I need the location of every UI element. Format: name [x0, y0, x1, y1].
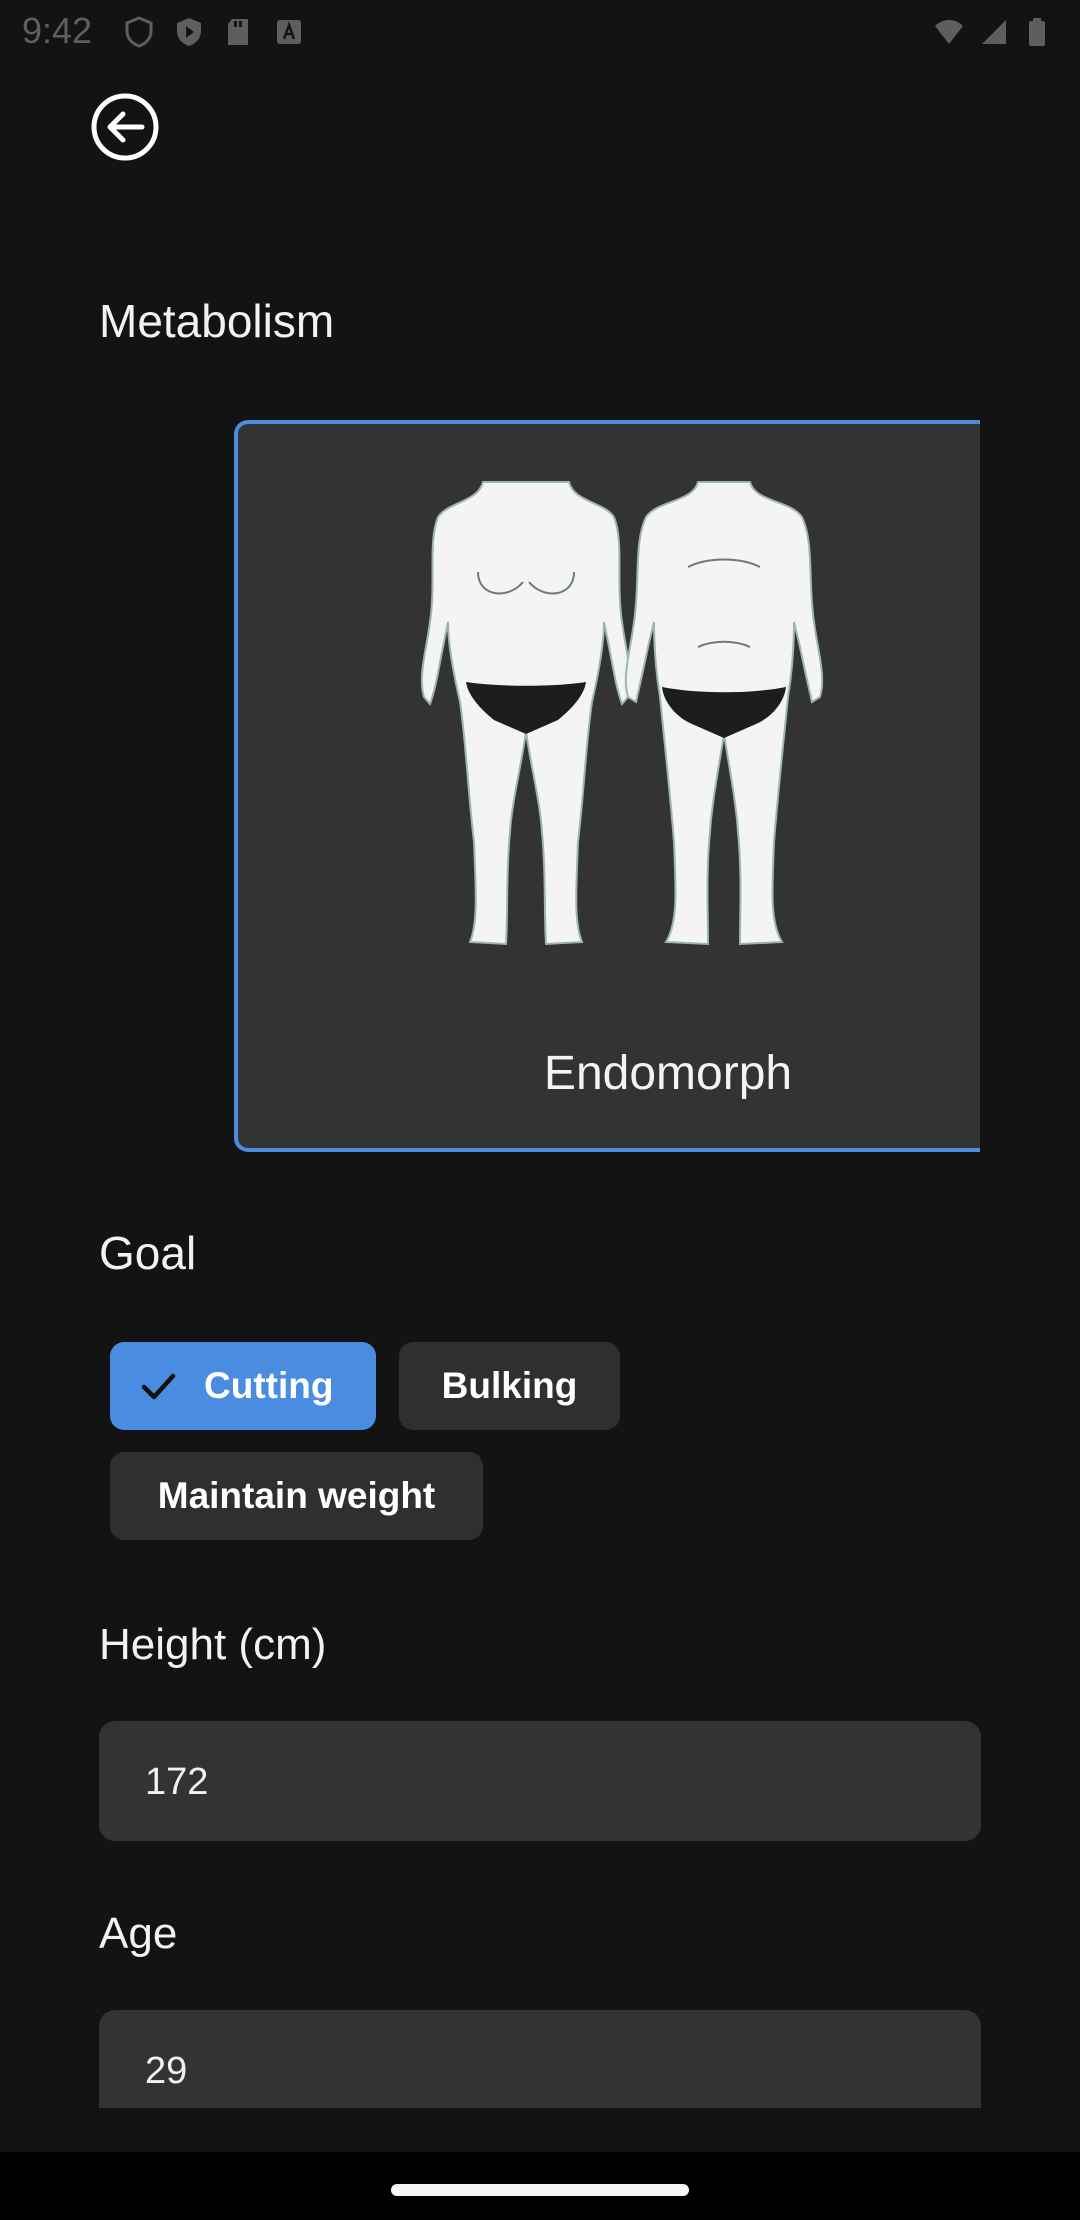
arrow-left-circle-icon — [91, 93, 159, 161]
goal-title: Goal — [99, 1227, 197, 1279]
metabolism-card-endomorph[interactable]: Endomorph — [234, 420, 980, 1152]
metabolism-title: Metabolism — [99, 295, 335, 347]
notification-icons — [124, 16, 304, 48]
status-time: 9:42 — [22, 10, 93, 51]
font-a-icon — [277, 20, 301, 44]
age-label: Age — [99, 1909, 178, 1958]
home-gesture-handle[interactable] — [391, 2184, 689, 2196]
goal-chip-label: Maintain weight — [157, 1475, 436, 1516]
body-figures-illustration — [420, 481, 824, 946]
height-label: Height (cm) — [99, 1620, 327, 1669]
status-bar: 9:42 — [0, 0, 1080, 64]
back-button[interactable] — [90, 92, 160, 162]
goal-chip-maintain-weight[interactable]: Maintain weight — [110, 1452, 483, 1540]
goal-chip-label: Bulking — [441, 1365, 578, 1406]
signal-icon — [982, 20, 1006, 44]
navigation-bar — [0, 2152, 1080, 2220]
goal-chip-label: Cutting — [204, 1365, 334, 1406]
sd-card-icon — [228, 19, 248, 45]
scroll-edge — [0, 2108, 1080, 2152]
goal-chip-bulking[interactable]: Bulking — [399, 1342, 620, 1430]
height-field[interactable] — [99, 1721, 981, 1843]
wifi-icon — [935, 20, 963, 44]
goal-chip-cutting[interactable]: Cutting — [110, 1342, 376, 1430]
battery-icon — [1029, 18, 1045, 46]
metabolism-card-label: Endomorph — [543, 1047, 793, 1100]
play-shield-icon — [177, 18, 201, 46]
check-icon — [141, 1373, 176, 1400]
shield-icon — [125, 16, 153, 48]
height-input[interactable] — [143, 1721, 927, 1843]
system-icons — [934, 16, 1052, 48]
metabolism-carousel[interactable]: Endomorph — [0, 418, 980, 1158]
